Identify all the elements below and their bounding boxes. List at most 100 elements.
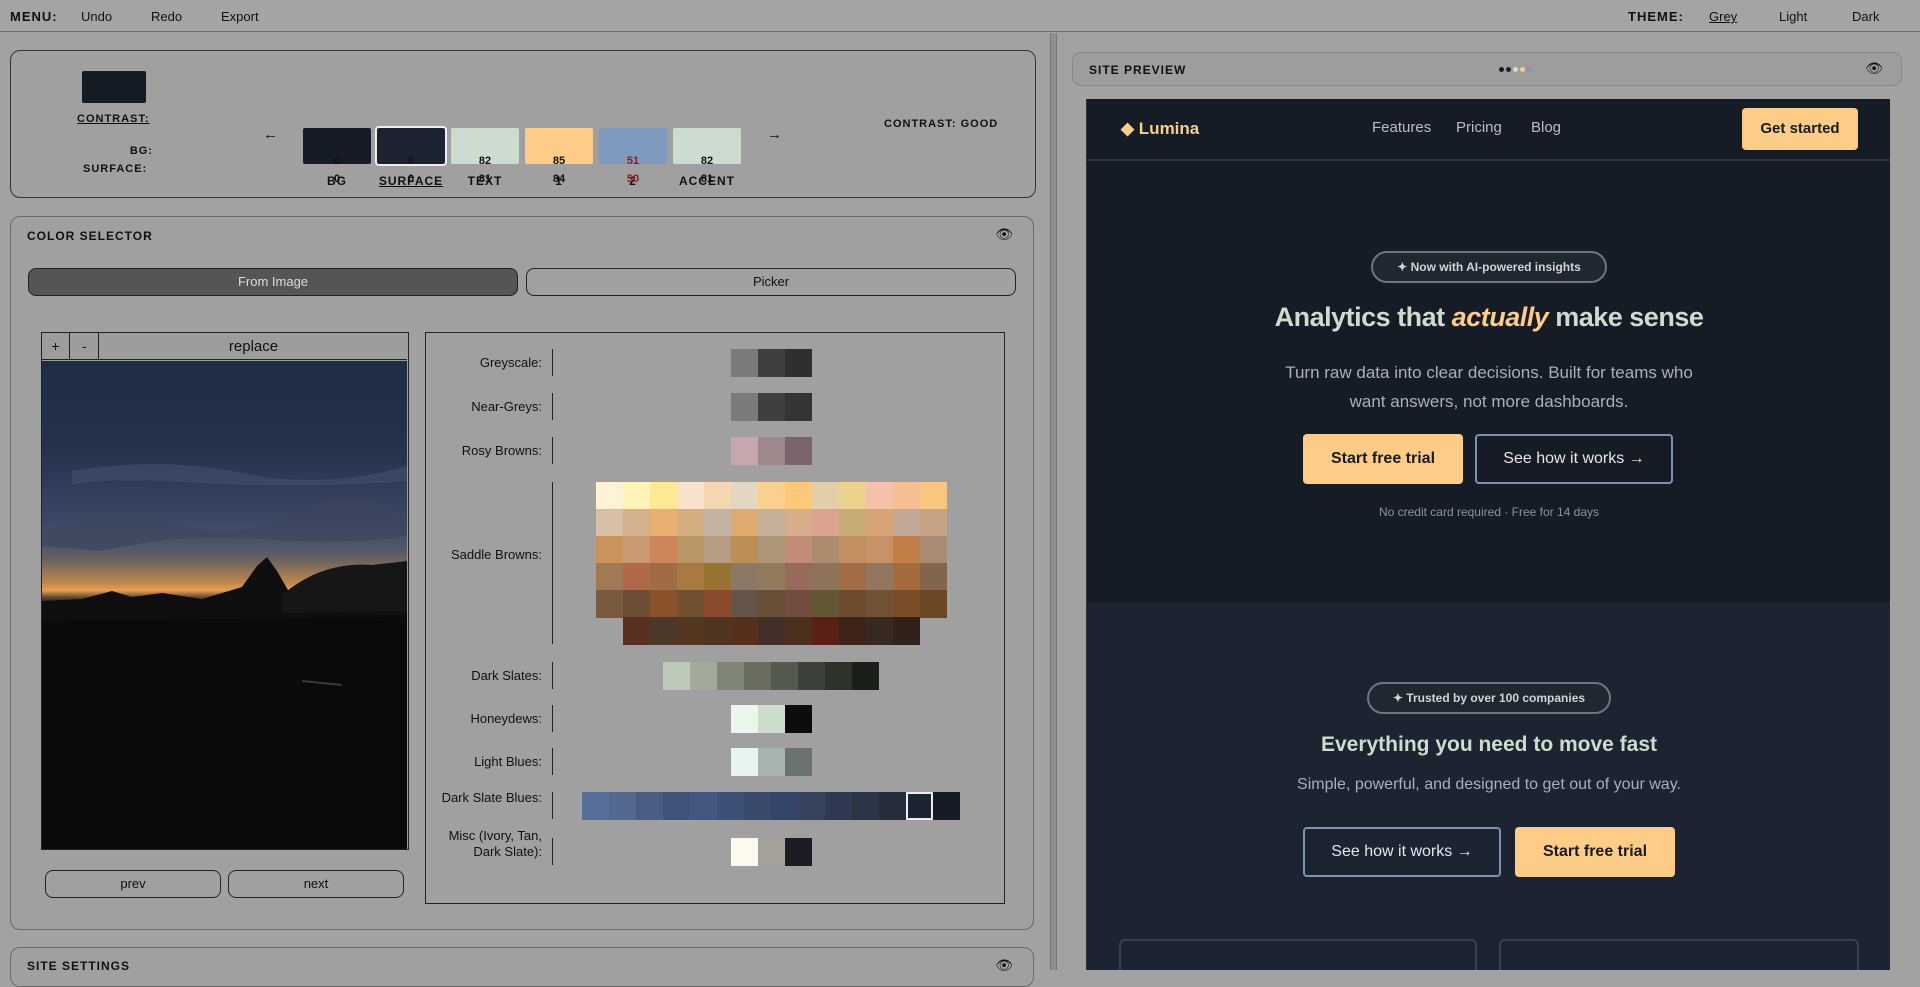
color-chip[interactable] xyxy=(757,349,785,377)
color-chip[interactable] xyxy=(730,509,758,537)
site-logo[interactable]: ◆ Lumina xyxy=(1121,119,1199,139)
color-chip[interactable] xyxy=(730,563,758,591)
preview-eye-icon[interactable]: 👁 xyxy=(1865,60,1883,77)
color-chip[interactable] xyxy=(798,662,825,690)
theme-light-option[interactable]: Light xyxy=(1779,9,1807,24)
color-chip[interactable] xyxy=(757,482,785,510)
color-chip[interactable] xyxy=(649,536,677,564)
color-chip[interactable] xyxy=(730,393,758,421)
start-free-trial-button[interactable]: Start free trial xyxy=(1303,434,1463,484)
color-chip[interactable] xyxy=(676,590,704,618)
color-chip[interactable] xyxy=(865,536,893,564)
color-chip[interactable] xyxy=(892,617,920,645)
replace-image-button[interactable]: replace xyxy=(100,333,407,360)
color-chip[interactable] xyxy=(690,662,717,690)
color-chip[interactable] xyxy=(703,563,731,591)
color-chip[interactable] xyxy=(757,748,785,776)
color-chip[interactable] xyxy=(919,536,947,564)
color-chip[interactable] xyxy=(649,509,677,537)
color-chip[interactable] xyxy=(663,662,690,690)
color-chip[interactable] xyxy=(676,536,704,564)
color-chip[interactable] xyxy=(825,662,852,690)
export-menu-item[interactable]: Export xyxy=(221,9,259,24)
color-chip[interactable] xyxy=(784,349,812,377)
nav-link-features[interactable]: Features xyxy=(1372,119,1431,136)
site-settings-eye-icon[interactable]: 👁 xyxy=(995,957,1013,974)
theme-grey-option[interactable]: Grey xyxy=(1709,9,1737,24)
color-chip[interactable] xyxy=(744,662,771,690)
color-chip[interactable] xyxy=(892,482,920,510)
color-chip[interactable] xyxy=(784,536,812,564)
color-chip[interactable] xyxy=(757,393,785,421)
color-chip[interactable] xyxy=(811,590,839,618)
color-chip[interactable] xyxy=(919,482,947,510)
color-chip[interactable] xyxy=(784,393,812,421)
color-chip[interactable] xyxy=(703,536,731,564)
color-chip[interactable] xyxy=(784,590,812,618)
color-chip[interactable] xyxy=(595,482,623,510)
color-chip[interactable] xyxy=(771,792,798,820)
color-chip[interactable] xyxy=(636,792,663,820)
color-chip[interactable] xyxy=(595,563,623,591)
color-chip[interactable] xyxy=(865,617,893,645)
color-chip[interactable] xyxy=(892,563,920,591)
color-chip[interactable] xyxy=(892,509,920,537)
tab-picker[interactable]: Picker xyxy=(526,268,1016,296)
color-chip[interactable] xyxy=(690,792,717,820)
redo-menu-item[interactable]: Redo xyxy=(151,9,182,24)
color-chip[interactable] xyxy=(730,748,758,776)
zoom-in-button[interactable]: + xyxy=(42,333,70,360)
color-chip[interactable] xyxy=(757,617,785,645)
color-chip[interactable] xyxy=(879,792,906,820)
prev-image-button[interactable]: prev xyxy=(45,870,221,898)
color-chip[interactable] xyxy=(865,482,893,510)
source-photo[interactable] xyxy=(42,361,407,849)
palette-prev-arrow[interactable]: ← xyxy=(263,126,278,143)
color-chip[interactable] xyxy=(811,617,839,645)
color-chip[interactable] xyxy=(649,590,677,618)
color-chip[interactable] xyxy=(811,509,839,537)
color-chip[interactable] xyxy=(622,482,650,510)
color-chip[interactable] xyxy=(717,792,744,820)
pane-divider[interactable] xyxy=(1050,33,1057,970)
color-chip[interactable] xyxy=(919,563,947,591)
tab-from-image[interactable]: From Image xyxy=(28,268,518,296)
color-chip[interactable] xyxy=(784,617,812,645)
color-chip[interactable] xyxy=(811,536,839,564)
color-chip[interactable] xyxy=(784,482,812,510)
color-chip[interactable] xyxy=(798,792,825,820)
color-chip[interactable] xyxy=(933,792,960,820)
color-chip[interactable] xyxy=(730,838,758,866)
color-chip[interactable] xyxy=(649,482,677,510)
color-chip[interactable] xyxy=(919,509,947,537)
color-chip[interactable] xyxy=(649,617,677,645)
theme-dark-option[interactable]: Dark xyxy=(1852,9,1879,24)
color-chip[interactable] xyxy=(757,838,785,866)
color-chip[interactable] xyxy=(703,482,731,510)
color-chip[interactable] xyxy=(838,509,866,537)
contrast-toggle[interactable]: CONTRAST: xyxy=(77,113,150,125)
color-chip[interactable] xyxy=(595,509,623,537)
nav-link-blog[interactable]: Blog xyxy=(1531,119,1561,136)
color-chip[interactable] xyxy=(676,509,704,537)
color-chip[interactable] xyxy=(595,590,623,618)
color-chip[interactable] xyxy=(595,536,623,564)
color-chip[interactable] xyxy=(825,792,852,820)
color-chip[interactable] xyxy=(622,590,650,618)
color-chip[interactable] xyxy=(676,563,704,591)
color-chip[interactable] xyxy=(838,482,866,510)
color-chip[interactable] xyxy=(622,509,650,537)
color-chip[interactable] xyxy=(676,617,704,645)
color-chip[interactable] xyxy=(784,509,812,537)
color-chip[interactable] xyxy=(649,563,677,591)
color-chip[interactable] xyxy=(663,792,690,820)
nav-link-pricing[interactable]: Pricing xyxy=(1456,119,1502,136)
color-chip[interactable] xyxy=(582,792,609,820)
color-chip[interactable] xyxy=(703,590,731,618)
color-chip[interactable] xyxy=(730,482,758,510)
color-chip[interactable] xyxy=(865,590,893,618)
color-chip[interactable] xyxy=(784,748,812,776)
color-chip[interactable] xyxy=(784,705,812,733)
color-chip[interactable] xyxy=(757,437,785,465)
palette-next-arrow[interactable]: → xyxy=(767,126,782,143)
